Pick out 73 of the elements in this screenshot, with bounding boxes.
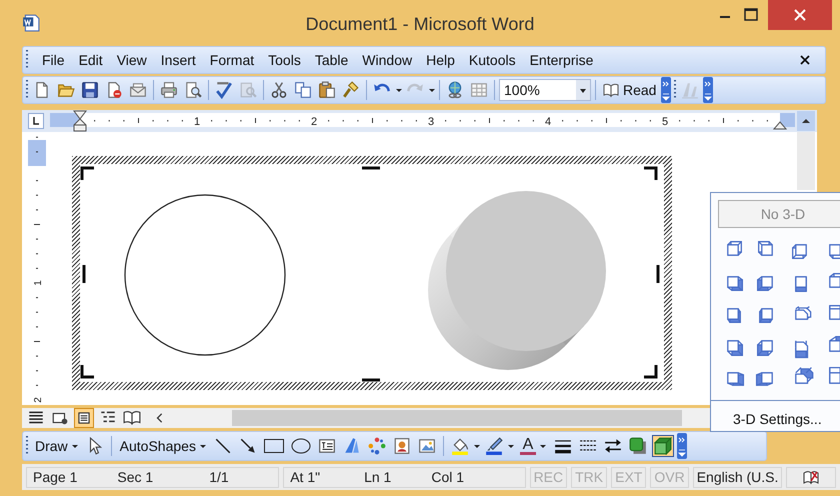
shadow-style-icon[interactable] — [626, 435, 649, 457]
menu-item[interactable]: Tools — [261, 52, 308, 68]
menu-item[interactable]: Format — [202, 52, 262, 68]
menu-button[interactable]: Draw — [32, 434, 81, 458]
status-text: At 1" — [290, 469, 320, 485]
caret-icon[interactable] — [396, 88, 402, 92]
ruler-number: 1 — [33, 280, 44, 286]
status-text: Page 1 — [33, 469, 78, 485]
book-icon[interactable] — [603, 82, 619, 98]
resize-handle[interactable] — [656, 265, 660, 283]
resize-handle[interactable] — [644, 166, 658, 180]
caret-icon[interactable] — [72, 444, 78, 448]
status-text: Sec 1 — [117, 469, 154, 485]
caret-icon[interactable] — [508, 444, 514, 448]
spelling-status-icon[interactable] — [802, 469, 820, 485]
resize-handle[interactable] — [80, 166, 94, 180]
ruler-number: 4 — [544, 116, 552, 128]
copy-icon[interactable] — [292, 79, 314, 101]
circle-shape[interactable] — [124, 194, 286, 356]
caret-icon[interactable] — [429, 88, 435, 92]
word-app-icon[interactable] — [22, 14, 40, 32]
menu-item[interactable]: Kutools — [462, 52, 523, 68]
print-layout-icon[interactable] — [74, 408, 94, 428]
menu-item[interactable]: Edit — [72, 52, 110, 68]
ruler-margin — [780, 113, 795, 127]
window-title: Document1 - Microsoft Word — [304, 13, 536, 35]
zoom-combo-box[interactable]: 100% — [499, 79, 591, 101]
right-indent-marker[interactable] — [773, 120, 787, 130]
vertical-scrollbar[interactable] — [797, 132, 815, 190]
caret-icon[interactable] — [200, 444, 206, 448]
ruler-number: 3 — [428, 116, 434, 128]
resize-handle[interactable] — [362, 378, 380, 382]
resize-handle[interactable] — [362, 166, 380, 170]
ruler-margin — [28, 140, 46, 166]
vertical-ruler[interactable]: 1 2 — [28, 132, 46, 405]
menu-item[interactable]: Help — [419, 52, 462, 68]
status-text: 1/1 — [209, 469, 229, 485]
status-text: Col 1 — [431, 469, 464, 485]
status-text: Ln 1 — [364, 469, 392, 485]
font-color-button[interactable]: A — [516, 434, 549, 458]
menu-item[interactable]: Insert — [154, 52, 203, 68]
menu-item[interactable]: Enterprise — [522, 52, 600, 68]
resize-handle[interactable] — [82, 265, 86, 283]
caret-icon[interactable] — [474, 444, 480, 448]
read-button[interactable]: Read — [600, 78, 660, 102]
menu-item[interactable]: File — [35, 52, 72, 68]
save-icon[interactable] — [79, 79, 101, 101]
toolbar-options-icon[interactable] — [676, 433, 687, 459]
scroll-up-icon[interactable] — [797, 111, 815, 131]
3d-style-icon[interactable] — [652, 435, 674, 457]
menu-item[interactable]: View — [110, 52, 154, 68]
caret-icon[interactable] — [540, 444, 546, 448]
resize-handle[interactable] — [644, 365, 658, 378]
paste-icon[interactable] — [316, 79, 338, 101]
ruler-number: 2 — [33, 397, 44, 403]
printer-icon[interactable] — [158, 79, 180, 101]
menu-button[interactable]: AutoShapes — [116, 434, 209, 458]
toolbar-options-icon[interactable] — [703, 77, 714, 103]
language-indicator[interactable]: English (U.S. — [692, 466, 782, 488]
menu-item[interactable]: Window — [355, 52, 420, 68]
close-icon[interactable] — [799, 54, 811, 66]
ruler-number: 2 — [310, 116, 318, 128]
diagram-icon[interactable] — [366, 435, 388, 457]
ruler-number: 5 — [662, 116, 668, 128]
tab-stop-icon[interactable] — [28, 113, 44, 129]
3d-settings-item[interactable]: 3-D Settings... — [733, 411, 822, 427]
indent-marker[interactable] — [73, 110, 87, 132]
ruler-number: 1 — [194, 116, 200, 128]
drawing-canvas[interactable] — [72, 156, 672, 390]
scrollbar-thumb[interactable] — [232, 410, 682, 426]
resize-handle[interactable] — [80, 365, 94, 378]
menu-item[interactable]: Table — [308, 52, 356, 68]
toolbar-options-icon[interactable] — [661, 77, 672, 103]
